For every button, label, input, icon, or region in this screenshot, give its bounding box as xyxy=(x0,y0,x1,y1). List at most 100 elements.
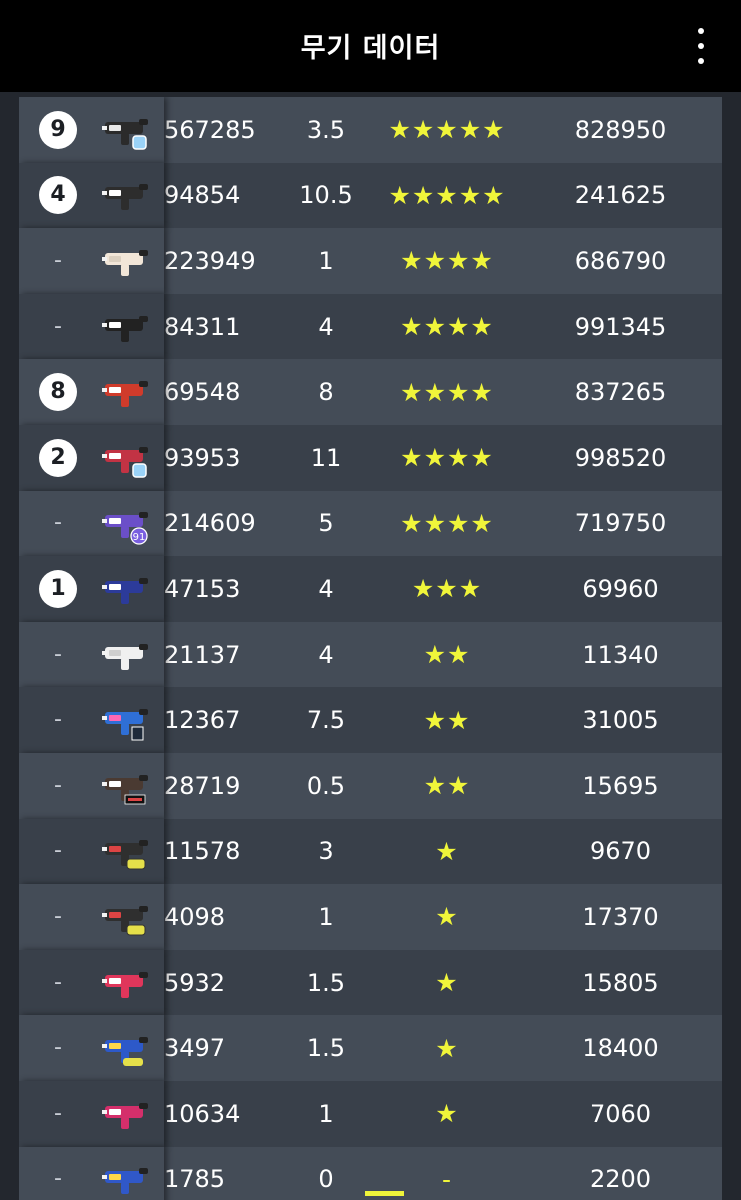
count-cell: 223949 xyxy=(164,246,256,275)
star-rating: - xyxy=(441,1164,453,1194)
total-cell: 837265 xyxy=(574,378,667,407)
count-cell: 21137 xyxy=(164,640,241,669)
count-cell: 214609 xyxy=(164,509,256,538)
count-cell: 94854 xyxy=(164,181,241,210)
value-cell: 1 xyxy=(318,902,334,931)
weapon-kensa-icon[interactable] xyxy=(99,764,155,808)
table-row[interactable]: 84311 4 ★★★★ 991345 - xyxy=(19,293,722,360)
count-cell: 10634 xyxy=(164,1099,241,1128)
sticky-weapon-column: - xyxy=(19,818,164,885)
star-rating: ★★★★ xyxy=(400,377,494,407)
value-cell: 3 xyxy=(318,837,334,866)
count-cell: 84311 xyxy=(164,312,241,341)
weapon-shooter-icon[interactable] xyxy=(99,305,155,349)
weapon-squeezer-icon[interactable] xyxy=(99,436,155,480)
table-row[interactable]: 4098 1 ★ 17370 - xyxy=(19,884,722,950)
total-cell: 17370 xyxy=(582,902,659,931)
total-cell: 686790 xyxy=(574,246,667,275)
value-cell: 4 xyxy=(318,312,334,341)
count-cell: 11578 xyxy=(164,837,241,866)
page-title: 무기 데이터 xyxy=(300,33,441,64)
sticky-weapon-column: - 91 xyxy=(19,490,164,557)
rank-badge: - xyxy=(54,641,62,667)
star-rating: ★ xyxy=(435,1033,459,1063)
weapon-pink-blaster-icon[interactable] xyxy=(99,961,155,1005)
weapon-blue-blaster-icon[interactable] xyxy=(99,1026,155,1070)
star-rating: ★★★★ xyxy=(400,312,494,342)
rank-badge: - xyxy=(54,838,62,864)
rank-badge: - xyxy=(54,1100,62,1126)
rank-badge: 1 xyxy=(39,569,77,608)
weapon-nzap-icon[interactable]: 91 xyxy=(99,501,155,546)
table-row[interactable]: 12367 7.5 ★★ 31005 - xyxy=(19,687,722,753)
count-cell: 69548 xyxy=(164,378,241,407)
total-cell: 11340 xyxy=(582,640,659,669)
total-cell: 15805 xyxy=(582,968,659,997)
table-row[interactable]: 21137 4 ★★ 11340 - xyxy=(19,621,722,688)
sticky-weapon-column: 2 xyxy=(19,424,164,491)
scroll-indicator xyxy=(365,1191,404,1196)
rank-badge: - xyxy=(54,313,62,339)
table-row[interactable]: 3497 1.5 ★ 18400 - xyxy=(19,1015,722,1081)
table-row[interactable]: 223949 1 ★★★★ 686790 - xyxy=(19,228,722,294)
count-cell: 1785 xyxy=(164,1165,226,1194)
table-row[interactable]: 47153 4 ★★★ 69960 1 xyxy=(19,556,722,622)
rank-badge: - xyxy=(54,707,62,733)
weapon-hero-shot-icon[interactable] xyxy=(99,829,155,873)
value-cell: 1 xyxy=(318,1099,334,1128)
star-rating: ★ xyxy=(435,902,459,932)
count-cell: 47153 xyxy=(164,574,241,603)
weapon-dualie-white-icon[interactable] xyxy=(99,633,155,677)
star-rating: ★★★★ xyxy=(400,246,494,276)
star-rating: ★★★★ xyxy=(400,508,494,538)
weapon-splattershot-icon[interactable] xyxy=(99,370,155,414)
weapon-pink-shooter-icon[interactable] xyxy=(99,1092,155,1136)
more-vertical-icon[interactable] xyxy=(691,28,711,64)
table-row[interactable]: 93953 11 ★★★★ 998520 2 xyxy=(19,424,722,491)
star-rating: ★ xyxy=(435,836,459,866)
table-row[interactable]: 5932 1.5 ★ 15805 - xyxy=(19,949,722,1016)
value-cell: 8 xyxy=(318,378,334,407)
sticky-weapon-column: - xyxy=(19,293,164,360)
value-cell: 4 xyxy=(318,640,334,669)
sticky-weapon-column: 4 xyxy=(19,162,164,229)
table-row[interactable]: 10634 1 ★ 7060 - xyxy=(19,1080,722,1147)
total-cell: 998520 xyxy=(574,443,667,472)
sticky-weapon-column: - xyxy=(19,752,164,819)
table-row[interactable]: 11578 3 ★ 9670 - xyxy=(19,818,722,885)
rank-badge: - xyxy=(54,1035,62,1061)
table-row[interactable]: 69548 8 ★★★★ 837265 8 xyxy=(19,359,722,425)
star-rating: ★★★★★ xyxy=(388,115,506,145)
app-bar: 무기 데이터 xyxy=(0,0,741,92)
weapon-blaster-icon[interactable] xyxy=(99,239,155,283)
table-row[interactable]: 28719 0.5 ★★ 15695 - xyxy=(19,752,722,819)
sticky-weapon-column: - xyxy=(19,228,164,294)
rank-badge: - xyxy=(54,1166,62,1192)
weapon-blue-shooter-icon[interactable] xyxy=(99,1157,155,1200)
weapon-eliter-icon[interactable] xyxy=(99,173,155,217)
weapon-jet-squelcher-icon[interactable] xyxy=(99,567,155,611)
count-cell: 12367 xyxy=(164,706,241,735)
total-cell: 828950 xyxy=(574,115,667,144)
star-rating: ★★ xyxy=(423,705,471,735)
value-cell: 5 xyxy=(318,509,334,538)
weapon-hero-dualie-icon[interactable] xyxy=(99,895,155,939)
value-cell: 1 xyxy=(318,246,334,275)
star-rating: ★ xyxy=(435,968,459,998)
star-rating: ★★★★ xyxy=(400,443,494,473)
sticky-weapon-column: - xyxy=(19,621,164,688)
value-cell: 0.5 xyxy=(306,771,346,800)
weapon-data-list[interactable]: 567285 3.5 ★★★★★ 828950 9 94854 10.5 ★★★★★ 24162… xyxy=(19,97,722,1200)
star-rating: ★★★ xyxy=(411,574,483,604)
rank-badge: - xyxy=(54,510,62,536)
rank-badge: - xyxy=(54,903,62,929)
sticky-weapon-column: 9 xyxy=(19,97,164,163)
table-row[interactable]: 214609 5 ★★★★ 719750 - 91 xyxy=(19,490,722,557)
table-row[interactable]: 94854 10.5 ★★★★★ 241625 4 xyxy=(19,162,722,229)
value-cell: 1.5 xyxy=(306,1034,346,1063)
weapon-splat-dualies-icon[interactable] xyxy=(99,108,155,152)
star-rating: ★★ xyxy=(423,771,471,801)
weapon-squiffer-icon[interactable] xyxy=(99,698,155,742)
table-row[interactable]: 567285 3.5 ★★★★★ 828950 9 xyxy=(19,97,722,163)
value-cell: 7.5 xyxy=(306,706,346,735)
